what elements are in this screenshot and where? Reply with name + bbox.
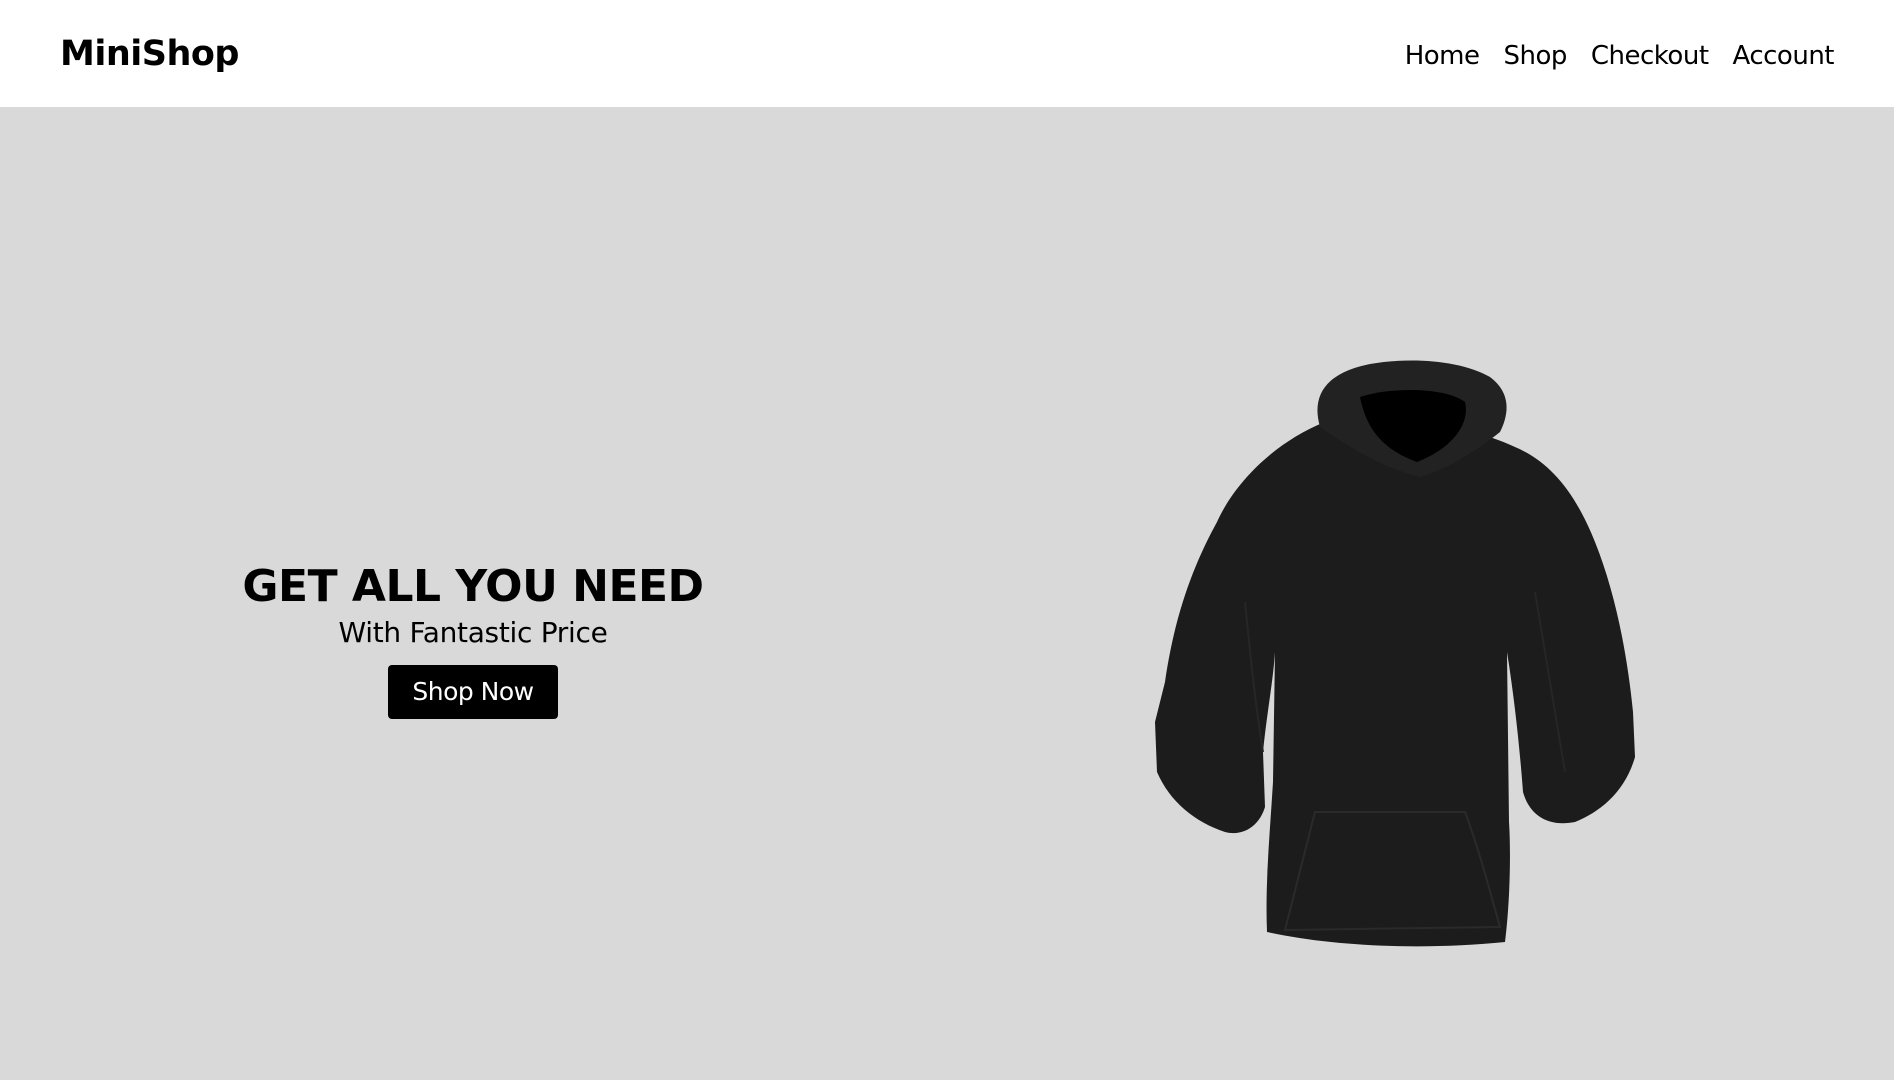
hoodie-image bbox=[1155, 352, 1685, 952]
nav-links: Home Shop Checkout Account bbox=[1405, 36, 1835, 76]
nav-item-home: Home bbox=[1405, 36, 1480, 76]
nav-link-home[interactable]: Home bbox=[1405, 41, 1480, 71]
nav-link-checkout[interactable]: Checkout bbox=[1591, 41, 1709, 71]
nav-link-account[interactable]: Account bbox=[1733, 41, 1835, 71]
brand-logo[interactable]: MiniShop bbox=[60, 30, 239, 78]
hero-title: GET ALL YOU NEED bbox=[242, 561, 704, 612]
hoodie-icon bbox=[1155, 360, 1635, 947]
nav-item-checkout: Checkout bbox=[1591, 36, 1709, 76]
site-header: MiniShop Home Shop Checkout Account bbox=[0, 0, 1894, 107]
hero-section: GET ALL YOU NEED With Fantastic Price Sh… bbox=[0, 107, 1894, 1080]
shop-now-button[interactable]: Shop Now bbox=[388, 665, 558, 719]
hero-text: GET ALL YOU NEED With Fantastic Price Sh… bbox=[0, 557, 946, 719]
nav-link-shop[interactable]: Shop bbox=[1503, 41, 1567, 71]
nav-item-account: Account bbox=[1733, 36, 1835, 76]
hero-subtitle: With Fantastic Price bbox=[338, 616, 608, 649]
nav-item-shop: Shop bbox=[1503, 36, 1567, 76]
